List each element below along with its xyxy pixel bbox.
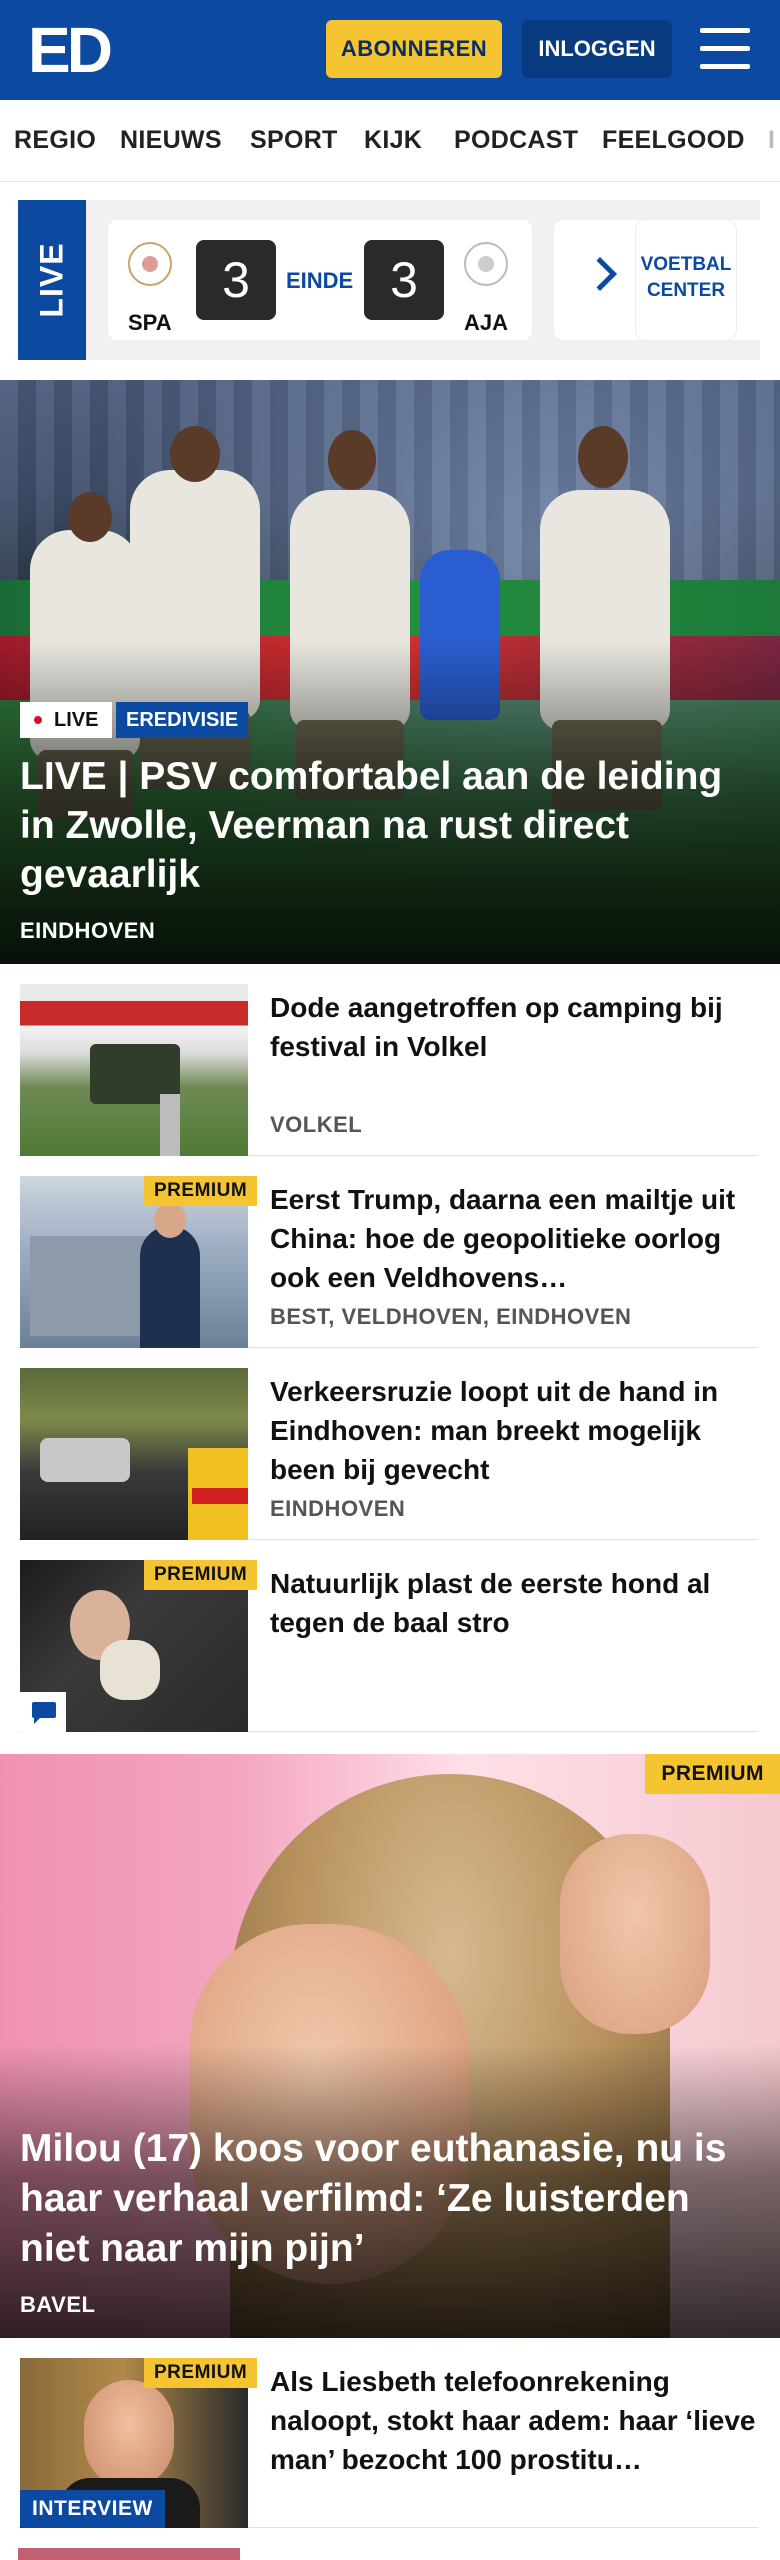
nav-item-podcast[interactable]: PODCAST — [454, 126, 578, 155]
live-scores-strip: LIVE SPA 3 EINDE 3 AJA VOETBAL CENTER — [18, 200, 760, 360]
interview-badge: INTERVIEW — [20, 2490, 165, 2528]
nav-item-regio[interactable]: REGIO — [14, 126, 96, 155]
list-item[interactable]: PREMIUM Natuurlijk plast de eerste hond … — [18, 1540, 758, 1732]
hero-location: EINDHOVEN — [20, 918, 156, 943]
hero-title[interactable]: LIVE | PSV comfortabel aan de leiding in… — [20, 752, 760, 899]
home-score: 3 — [196, 240, 276, 320]
article-thumbnail — [20, 984, 248, 1156]
article-thumbnail — [20, 1368, 248, 1540]
premium-badge: PREMIUM — [144, 1176, 258, 1206]
next-article-peek — [18, 2548, 758, 2560]
article-title[interactable]: Natuurlijk plast de eerste hond al tegen… — [270, 1564, 756, 1642]
list-item[interactable]: PREMIUM Eerst Trump, daarna een mailtje … — [18, 1156, 758, 1348]
feature-article[interactable]: PREMIUM Milou (17) koos voor euthanasie,… — [0, 1754, 780, 2338]
feature-location: BAVEL — [20, 2292, 96, 2317]
next-match-card[interactable]: VOETBAL CENTER — [554, 220, 760, 340]
voetbal-center-button[interactable]: VOETBAL CENTER — [636, 220, 736, 340]
live-badge: LIVE — [20, 702, 113, 738]
article-title[interactable]: Dode aangetroffen op camping bij festiva… — [270, 988, 756, 1066]
nav-item-nieuws[interactable]: NIEUWS — [120, 126, 222, 155]
site-logo[interactable]: ED — [28, 18, 118, 82]
article-location: VOLKEL — [270, 1112, 363, 1137]
away-team: AJA — [464, 310, 509, 335]
article-title[interactable]: Als Liesbeth telefoonrekening naloopt, s… — [270, 2362, 756, 2479]
article-title[interactable]: Eerst Trump, daarna een mailtje uit Chin… — [270, 1180, 756, 1297]
live-label: LIVE — [18, 200, 86, 360]
club-logo-away — [464, 242, 508, 286]
home-team: SPA — [128, 310, 172, 335]
article-title[interactable]: Verkeersruzie loopt uit de hand in Eindh… — [270, 1372, 756, 1489]
article-location: EINDHOVEN — [270, 1496, 406, 1521]
article-location: BEST, VELDHOVEN, EINDHOVEN — [270, 1304, 632, 1329]
list-item[interactable]: Dode aangetroffen op camping bij festiva… — [18, 964, 758, 1156]
nav-item-more[interactable]: I — [768, 126, 775, 155]
feature-title[interactable]: Milou (17) koos voor euthanasie, nu is h… — [20, 2124, 760, 2274]
hero-article[interactable]: LIVE EREDIVISIE LIVE | PSV comfortabel a… — [0, 380, 780, 964]
login-button[interactable]: INLOGGEN — [522, 20, 672, 78]
away-score: 3 — [364, 240, 444, 320]
main-nav: REGIO NIEUWS SPORT KIJK PODCAST FEELGOOD… — [0, 100, 780, 182]
club-logo-home — [128, 242, 172, 286]
match-card[interactable]: SPA 3 EINDE 3 AJA — [108, 220, 532, 340]
top-bar: ED ABONNEREN INLOGGEN — [0, 0, 780, 100]
premium-badge: PREMIUM — [144, 2358, 258, 2388]
match-status: EINDE — [286, 268, 354, 293]
premium-badge: PREMIUM — [144, 1560, 258, 1590]
nav-item-feelgood[interactable]: FEELGOOD — [602, 126, 745, 155]
chevron-right-icon[interactable] — [583, 257, 617, 291]
category-badge: EREDIVISIE — [116, 702, 249, 738]
comment-icon[interactable] — [20, 1692, 66, 1732]
list-item[interactable]: Verkeersruzie loopt uit de hand in Eindh… — [18, 1348, 758, 1540]
premium-badge: PREMIUM — [645, 1754, 780, 1794]
list-item[interactable]: INTERVIEW PREMIUM Als Liesbeth telefoonr… — [18, 2338, 758, 2528]
nav-item-sport[interactable]: SPORT — [250, 126, 338, 155]
hamburger-icon[interactable] — [700, 26, 750, 72]
nav-item-kijk[interactable]: KIJK — [364, 126, 422, 155]
subscribe-button[interactable]: ABONNEREN — [326, 20, 502, 78]
